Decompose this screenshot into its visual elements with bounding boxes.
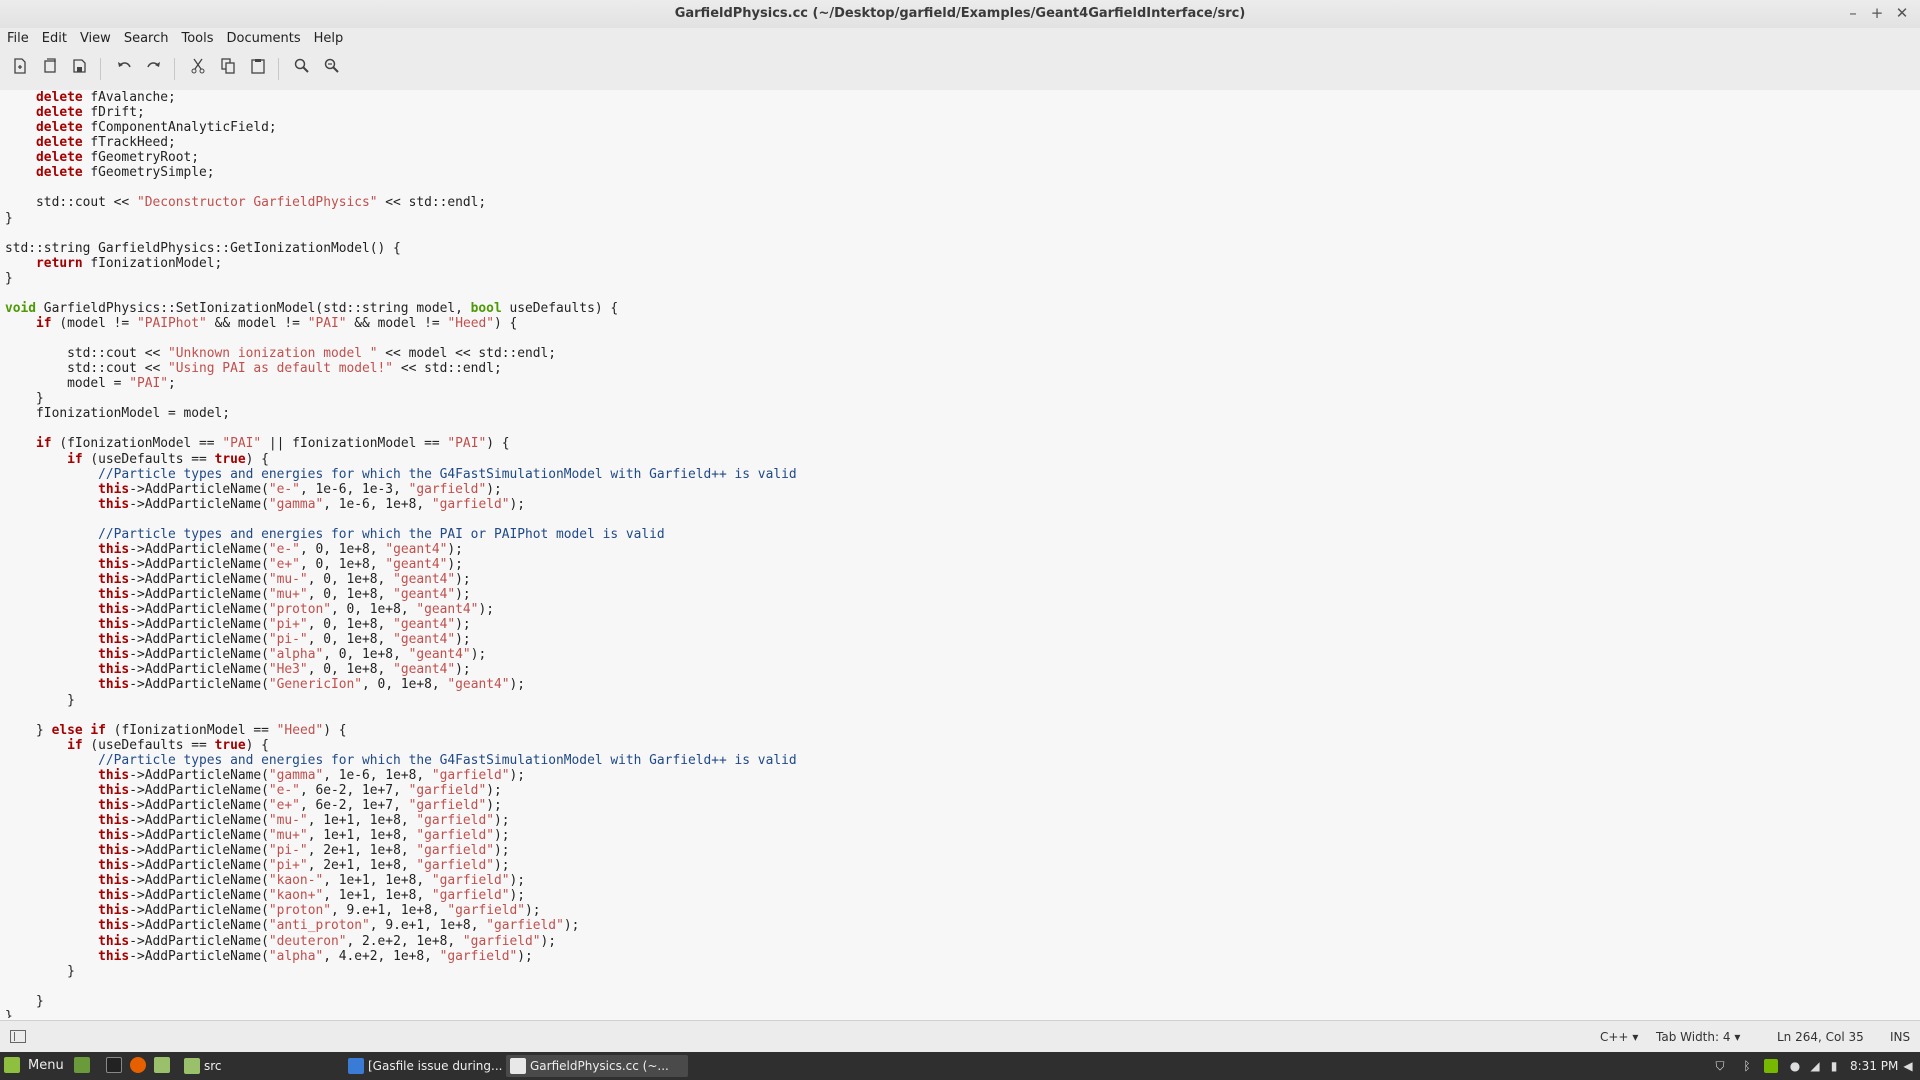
open-document-icon[interactable] [38,58,62,80]
menu-label: Menu [28,1058,64,1073]
menu-file[interactable]: File [0,28,35,46]
minimize-button[interactable]: – [1843,4,1863,22]
maximize-button[interactable]: + [1867,4,1887,22]
copy-icon[interactable] [216,58,240,80]
language-selector[interactable]: C++ ▾ [1600,1030,1638,1044]
find-icon[interactable] [290,58,314,80]
tab-width-selector[interactable]: Tab Width: 4 ▾ [1656,1030,1740,1044]
save-document-icon[interactable] [68,58,92,80]
tab-width-label: Tab Width: 4 [1656,1030,1731,1044]
code-editor[interactable]: delete fAvalanche; delete fDrift; delete… [0,90,1920,1018]
taskbar-window-editor[interactable]: GarfieldPhysics.cc (~... [506,1055,688,1077]
side-panel-toggle-icon[interactable] [10,1030,26,1043]
bluetooth-icon[interactable]: ᛒ [1740,1059,1754,1073]
toolbar [0,50,1920,91]
menu-view[interactable]: View [73,28,117,46]
show-desktop-icon[interactable] [74,1057,90,1073]
volume-icon[interactable]: ◀ [1901,1059,1915,1073]
shield-icon[interactable]: ⛉ [1713,1059,1727,1073]
taskbar-window-label: src [204,1059,222,1073]
menu-edit[interactable]: Edit [35,28,73,46]
close-button[interactable]: ✕ [1892,4,1912,22]
network-icon[interactable]: ◢ [1808,1059,1822,1073]
toolbar-separator [278,58,279,80]
terminal-icon[interactable] [106,1057,122,1073]
menu-help[interactable]: Help [307,28,350,46]
mint-logo-icon [4,1057,20,1073]
nvidia-icon[interactable] [1764,1059,1778,1073]
firefox-icon[interactable] [130,1057,146,1073]
text-editor-icon [510,1058,526,1074]
redo-icon[interactable] [142,58,166,80]
clock[interactable]: 8:31 PM [1850,1052,1898,1080]
chevron-down-icon: ▾ [1632,1030,1639,1044]
taskbar-window-src[interactable]: src [180,1055,364,1077]
find-replace-icon[interactable] [320,58,344,80]
files-icon[interactable] [154,1057,170,1073]
taskbar-window-label: [Gasfile issue during... [368,1059,503,1073]
paste-icon[interactable] [246,58,270,80]
language-label: C++ [1600,1030,1629,1044]
toolbar-separator [100,58,101,80]
statusbar: C++ ▾ Tab Width: 4 ▾ Ln 264, Col 35 INS [0,1020,1920,1053]
battery-icon[interactable]: ▮ [1827,1059,1841,1073]
new-document-icon[interactable] [8,58,32,80]
menu-search[interactable]: Search [117,28,175,46]
insert-mode: INS [1890,1030,1911,1044]
code-text[interactable]: delete fAvalanche; delete fDrift; delete… [0,90,1920,1018]
taskbar-window-label: GarfieldPhysics.cc (~... [530,1059,669,1073]
window-titlebar: GarfieldPhysics.cc (~/Desktop/garfield/E… [0,0,1920,29]
menubar: File Edit View Search Tools Documents Help [0,28,1920,50]
menu-documents[interactable]: Documents [220,28,307,46]
taskbar: Menu src [Gasfile issue during... Garfie… [0,1052,1920,1080]
folder-icon [184,1058,200,1074]
taskbar-window-browser[interactable]: [Gasfile issue during... [344,1055,518,1077]
cursor-position: Ln 264, Col 35 [1777,1030,1864,1044]
browser-icon [348,1058,364,1074]
cut-icon[interactable] [186,58,210,80]
undo-icon[interactable] [112,58,136,80]
user-icon[interactable]: ● [1788,1059,1802,1073]
window-title: GarfieldPhysics.cc (~/Desktop/garfield/E… [674,6,1246,21]
chevron-down-icon: ▾ [1734,1030,1741,1044]
menu-tools[interactable]: Tools [174,28,219,46]
toolbar-separator [174,58,175,80]
